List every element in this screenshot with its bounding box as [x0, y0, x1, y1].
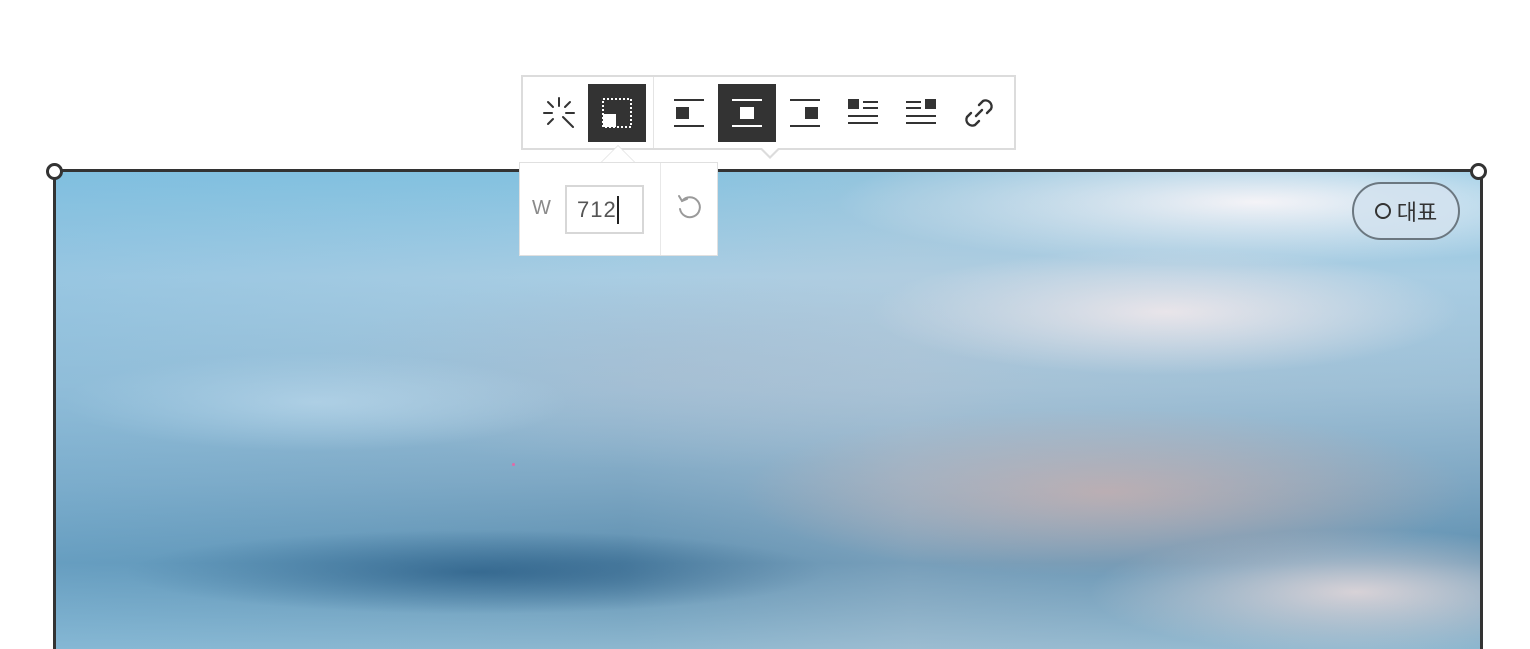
selected-image[interactable]: [53, 169, 1483, 649]
image-overlay: [56, 172, 1480, 649]
link-button[interactable]: [950, 84, 1008, 142]
auto-enhance-button[interactable]: [530, 84, 588, 142]
resize-button[interactable]: [588, 84, 646, 142]
reset-icon: [678, 195, 701, 219]
align-right-icon: [790, 99, 820, 127]
width-input[interactable]: [565, 185, 644, 234]
circle-icon: [1374, 203, 1391, 219]
representative-badge[interactable]: 대표: [1352, 182, 1460, 240]
align-right-button[interactable]: [776, 84, 834, 142]
toolbar-pointer: [759, 147, 781, 159]
popover-pointer: [600, 145, 636, 163]
link-icon: [965, 99, 993, 127]
align-center-button[interactable]: [718, 84, 776, 142]
reset-size-button[interactable]: [670, 187, 710, 227]
wrap-right-icon: [906, 99, 936, 124]
align-left-icon: [674, 99, 704, 127]
text-caret: [617, 196, 619, 224]
toolbar-divider: [653, 77, 654, 148]
wrap-left-button[interactable]: [834, 84, 892, 142]
resize-handle-left[interactable]: [46, 163, 63, 180]
width-label: W: [532, 197, 551, 219]
image-toolbar: [521, 75, 1016, 150]
align-left-button[interactable]: [660, 84, 718, 142]
resize-icon: [602, 98, 632, 128]
popover-divider: [660, 163, 661, 255]
resize-handle-right[interactable]: [1470, 163, 1487, 180]
wrap-left-icon: [848, 99, 878, 124]
size-popover: W: [519, 162, 718, 256]
align-center-icon: [732, 99, 762, 127]
wrap-right-button[interactable]: [892, 84, 950, 142]
image-artifact: [512, 463, 515, 466]
sparkle-icon: [543, 97, 575, 128]
representative-badge-label: 대표: [1396, 200, 1438, 225]
